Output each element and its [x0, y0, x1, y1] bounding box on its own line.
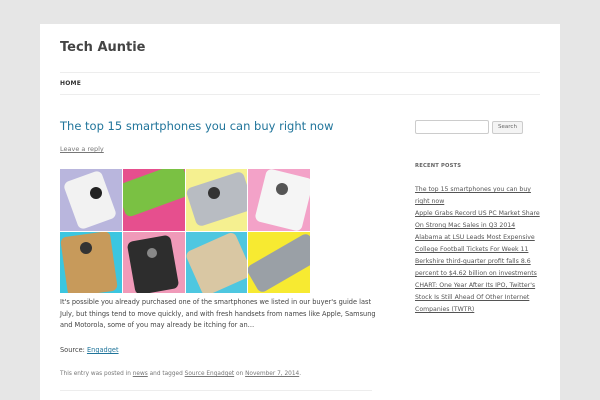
page-container: Tech Auntie HOME The top 15 smartphones … [40, 24, 560, 400]
recent-posts-title: RECENT POSTS [415, 163, 462, 169]
nav-divider [60, 94, 540, 95]
recent-posts-list: The top 15 smartphones you can buy right… [415, 184, 545, 316]
image-tile-metal-phone [248, 231, 310, 293]
site-title[interactable]: Tech Auntie [60, 40, 146, 55]
search-input[interactable] [415, 120, 489, 134]
recent-post-link[interactable]: Berkshire third-quarter profit falls 8.6… [415, 256, 545, 280]
recent-post-link[interactable]: Alabama at LSU Leads Most Expensive Coll… [415, 232, 545, 256]
image-tile-white-phone [60, 169, 122, 231]
meta-tagged: and tagged [147, 371, 185, 377]
post-title-link[interactable]: The top 15 smartphones you can buy right… [60, 119, 334, 133]
post-source: Source: Engadget [60, 346, 119, 354]
date-link[interactable]: November 7, 2014 [245, 371, 299, 377]
recent-post-link[interactable]: The top 15 smartphones you can buy right… [415, 184, 545, 208]
post-divider [60, 390, 372, 391]
meta-prefix: This entry was posted in [60, 371, 133, 377]
post-excerpt: It's possible you already purchased one … [60, 298, 376, 329]
recent-post-link[interactable]: Apple Grabs Record US PC Market Share On… [415, 208, 545, 232]
image-tile-white-camera-phone [248, 169, 310, 231]
image-tile-silver-phone [185, 169, 248, 231]
entry-meta: This entry was posted in news and tagged… [60, 371, 301, 377]
nav-home-link[interactable]: HOME [60, 80, 81, 87]
source-label: Source: [60, 346, 87, 354]
recent-post-link[interactable]: CHART: One Year After Its IPO, Twitter's… [415, 280, 545, 316]
image-tile-green-phone [122, 169, 185, 231]
image-tile-gold-phone [185, 231, 248, 293]
featured-image[interactable] [60, 169, 310, 293]
image-tile-black-phone [122, 231, 185, 293]
tag-link[interactable]: Source Engadget [185, 371, 235, 377]
source-link[interactable]: Engadget [87, 346, 119, 354]
image-tile-wood-phone [60, 231, 122, 293]
meta-end: . [299, 371, 302, 377]
category-link[interactable]: news [133, 371, 148, 377]
header-divider [60, 72, 540, 73]
search-button[interactable]: Search [492, 121, 523, 134]
leave-reply-link[interactable]: Leave a reply [60, 145, 104, 153]
meta-on: on [234, 371, 246, 377]
